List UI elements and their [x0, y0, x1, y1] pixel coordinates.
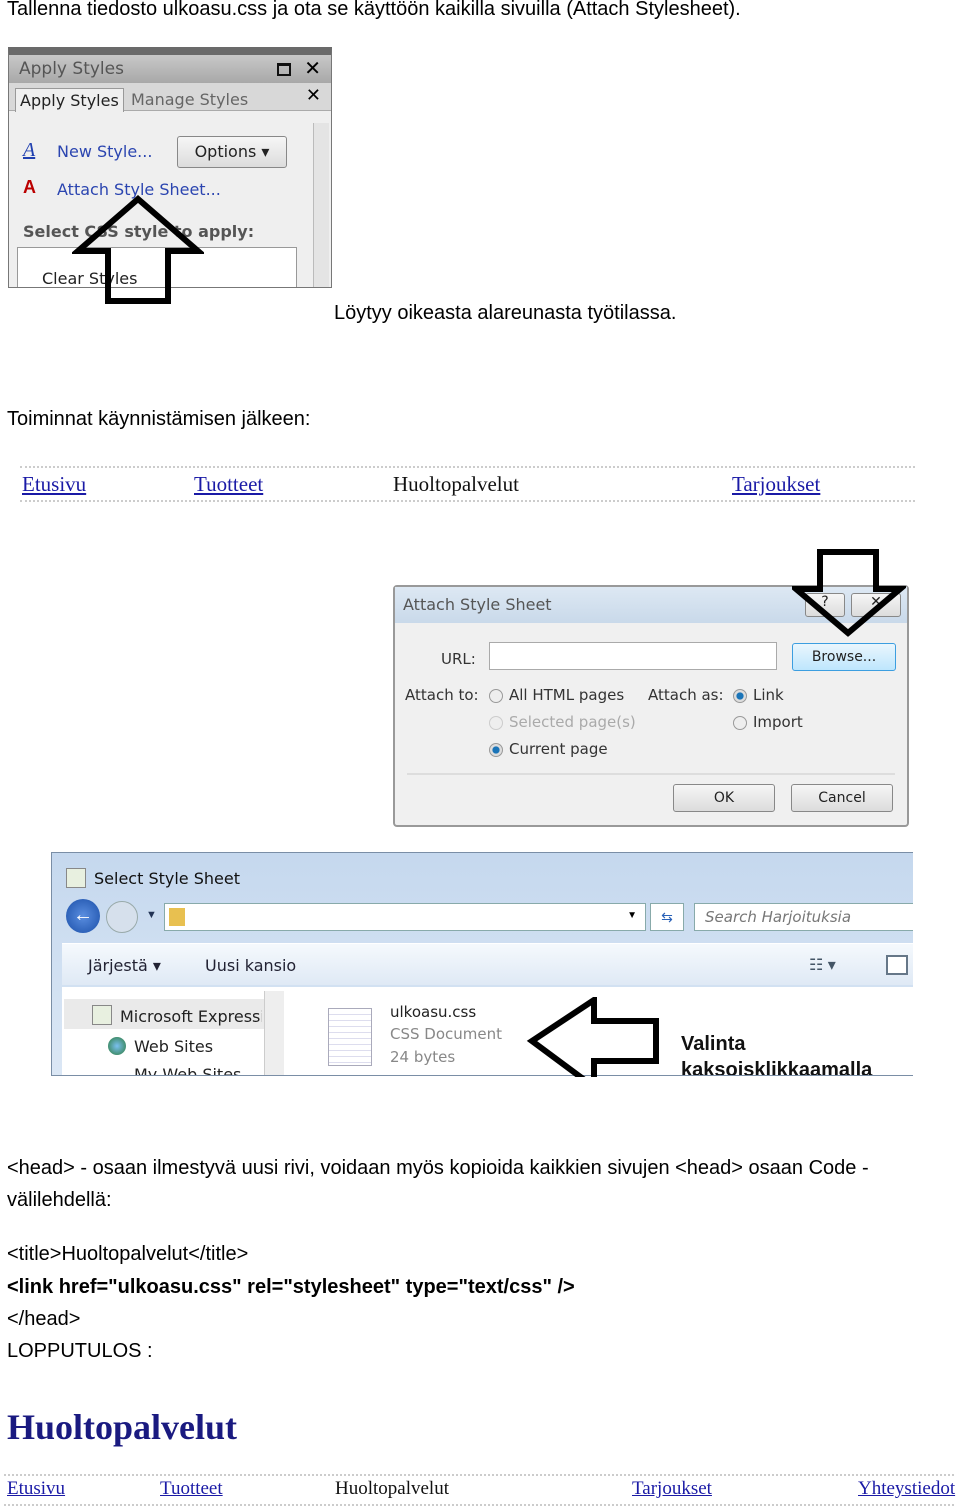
ok-button[interactable]: OK: [673, 784, 775, 812]
nav-etusivu[interactable]: Etusivu: [22, 472, 86, 496]
radio-icon: [733, 715, 747, 730]
radio-import[interactable]: Import: [733, 713, 803, 731]
refresh-button[interactable]: ⇆: [650, 903, 684, 931]
head-text-continued: välilehdellä:: [7, 1189, 112, 1211]
intro-text: Tallenna tiedosto ulkoasu.css ja ota se …: [7, 0, 741, 20]
cancel-button[interactable]: Cancel: [791, 784, 893, 812]
attach-as-label: Attach as:: [648, 686, 724, 704]
folder-icon: [169, 908, 185, 926]
globe-icon: [108, 1037, 126, 1055]
nav-huoltopalvelut[interactable]: Huoltopalvelut: [335, 1478, 449, 1499]
search-input[interactable]: Search Harjoituksia: [694, 903, 913, 931]
tree-item-expression[interactable]: Microsoft Expressio: [120, 1007, 262, 1026]
address-bar[interactable]: ▼: [164, 903, 646, 931]
address-dropdown-icon[interactable]: ▼: [627, 910, 637, 921]
select-style-sheet-dialog: Select Style Sheet ← ▼ ▼ ⇆ Search Harjoi…: [51, 852, 913, 1076]
file-dialog-title: Select Style Sheet: [94, 869, 240, 888]
tree-item-web-sites[interactable]: Web Sites: [134, 1037, 213, 1056]
radio-current-page[interactable]: Current page: [489, 740, 608, 758]
code-line-head-close: </head>: [7, 1308, 81, 1330]
panel-caption: Löytyy oikeasta alareunasta työtilassa.: [334, 302, 677, 324]
url-label: URL:: [441, 650, 476, 668]
code-line-title: <title>Huoltopalvelut</title>: [7, 1243, 249, 1265]
down-arrow-icon: [792, 549, 906, 637]
tab-apply-styles[interactable]: Apply Styles: [15, 88, 124, 112]
organize-menu[interactable]: Järjestä ▾: [88, 956, 161, 975]
view-options-icon[interactable]: ☷ ▾: [809, 955, 836, 975]
tree-scrollbar[interactable]: [264, 991, 284, 1075]
file-size: 24 bytes: [390, 1048, 456, 1066]
nav-tarjoukset[interactable]: Tarjoukset: [632, 1478, 712, 1499]
radio-all-html-pages[interactable]: All HTML pages: [489, 686, 624, 704]
close-icon[interactable]: ✕: [304, 56, 321, 81]
nav-yhteystiedot[interactable]: Yhteystiedot: [858, 1478, 955, 1499]
radio-link[interactable]: Link: [733, 686, 784, 704]
annotation-line-2: kaksoisklikkaamalla: [681, 1059, 873, 1076]
result-page-title: Huoltopalvelut: [7, 1407, 238, 1447]
back-button[interactable]: ←: [66, 899, 100, 933]
url-input[interactable]: [489, 642, 777, 670]
nav-huoltopalvelut[interactable]: Huoltopalvelut: [393, 472, 519, 496]
nav-tuotteet[interactable]: Tuotteet: [194, 472, 263, 496]
attach-to-label: Attach to:: [405, 686, 479, 704]
left-arrow-icon: [526, 997, 659, 1077]
tab-manage-styles[interactable]: Manage Styles: [131, 90, 248, 109]
nav-tuotteet[interactable]: Tuotteet: [160, 1478, 223, 1499]
nav-tarjoukset[interactable]: Tarjoukset: [732, 472, 820, 496]
after-start-text: Toiminnat käynnistämisen jälkeen:: [7, 408, 311, 430]
options-button[interactable]: Options ▾: [177, 136, 287, 168]
nav-etusivu[interactable]: Etusivu: [7, 1478, 65, 1499]
expression-icon: [92, 1005, 112, 1025]
code-line-link: <link href="ulkoasu.css" rel="stylesheet…: [7, 1276, 575, 1298]
css-file-icon: [328, 1008, 372, 1066]
attach-style-sheet-icon: A: [23, 177, 36, 197]
radio-icon: [489, 688, 503, 703]
head-text: <head> - osaan ilmestyvä uusi rivi, void…: [7, 1157, 869, 1179]
maximize-icon[interactable]: [277, 63, 291, 76]
preview-pane-icon[interactable]: [886, 955, 908, 975]
annotation-line-1: Valinta: [681, 1033, 746, 1055]
radio-checked-icon: [489, 742, 503, 757]
options-label: Options: [194, 142, 257, 161]
new-folder-button[interactable]: Uusi kansio: [205, 956, 296, 975]
forward-button[interactable]: [106, 901, 138, 933]
browse-button[interactable]: Browse...: [792, 643, 896, 671]
panel-scrollbar[interactable]: [313, 123, 329, 287]
close-tab-icon[interactable]: ✕: [306, 85, 321, 106]
file-type: CSS Document: [390, 1025, 502, 1043]
result-label: LOPPUTULOS :: [7, 1340, 153, 1362]
radio-checked-icon: [733, 688, 747, 703]
new-style-icon: A: [23, 139, 36, 161]
up-arrow-icon: [72, 195, 204, 304]
app-icon: [66, 868, 86, 888]
new-style-link[interactable]: New Style...: [57, 142, 152, 161]
radio-selected-pages: Selected page(s): [489, 713, 636, 731]
tree-item-my-web-sites[interactable]: My Web Sites: [134, 1065, 241, 1075]
radio-icon: [489, 715, 503, 730]
file-name[interactable]: ulkoasu.css: [390, 1003, 476, 1021]
history-dropdown-icon[interactable]: ▼: [146, 909, 157, 921]
